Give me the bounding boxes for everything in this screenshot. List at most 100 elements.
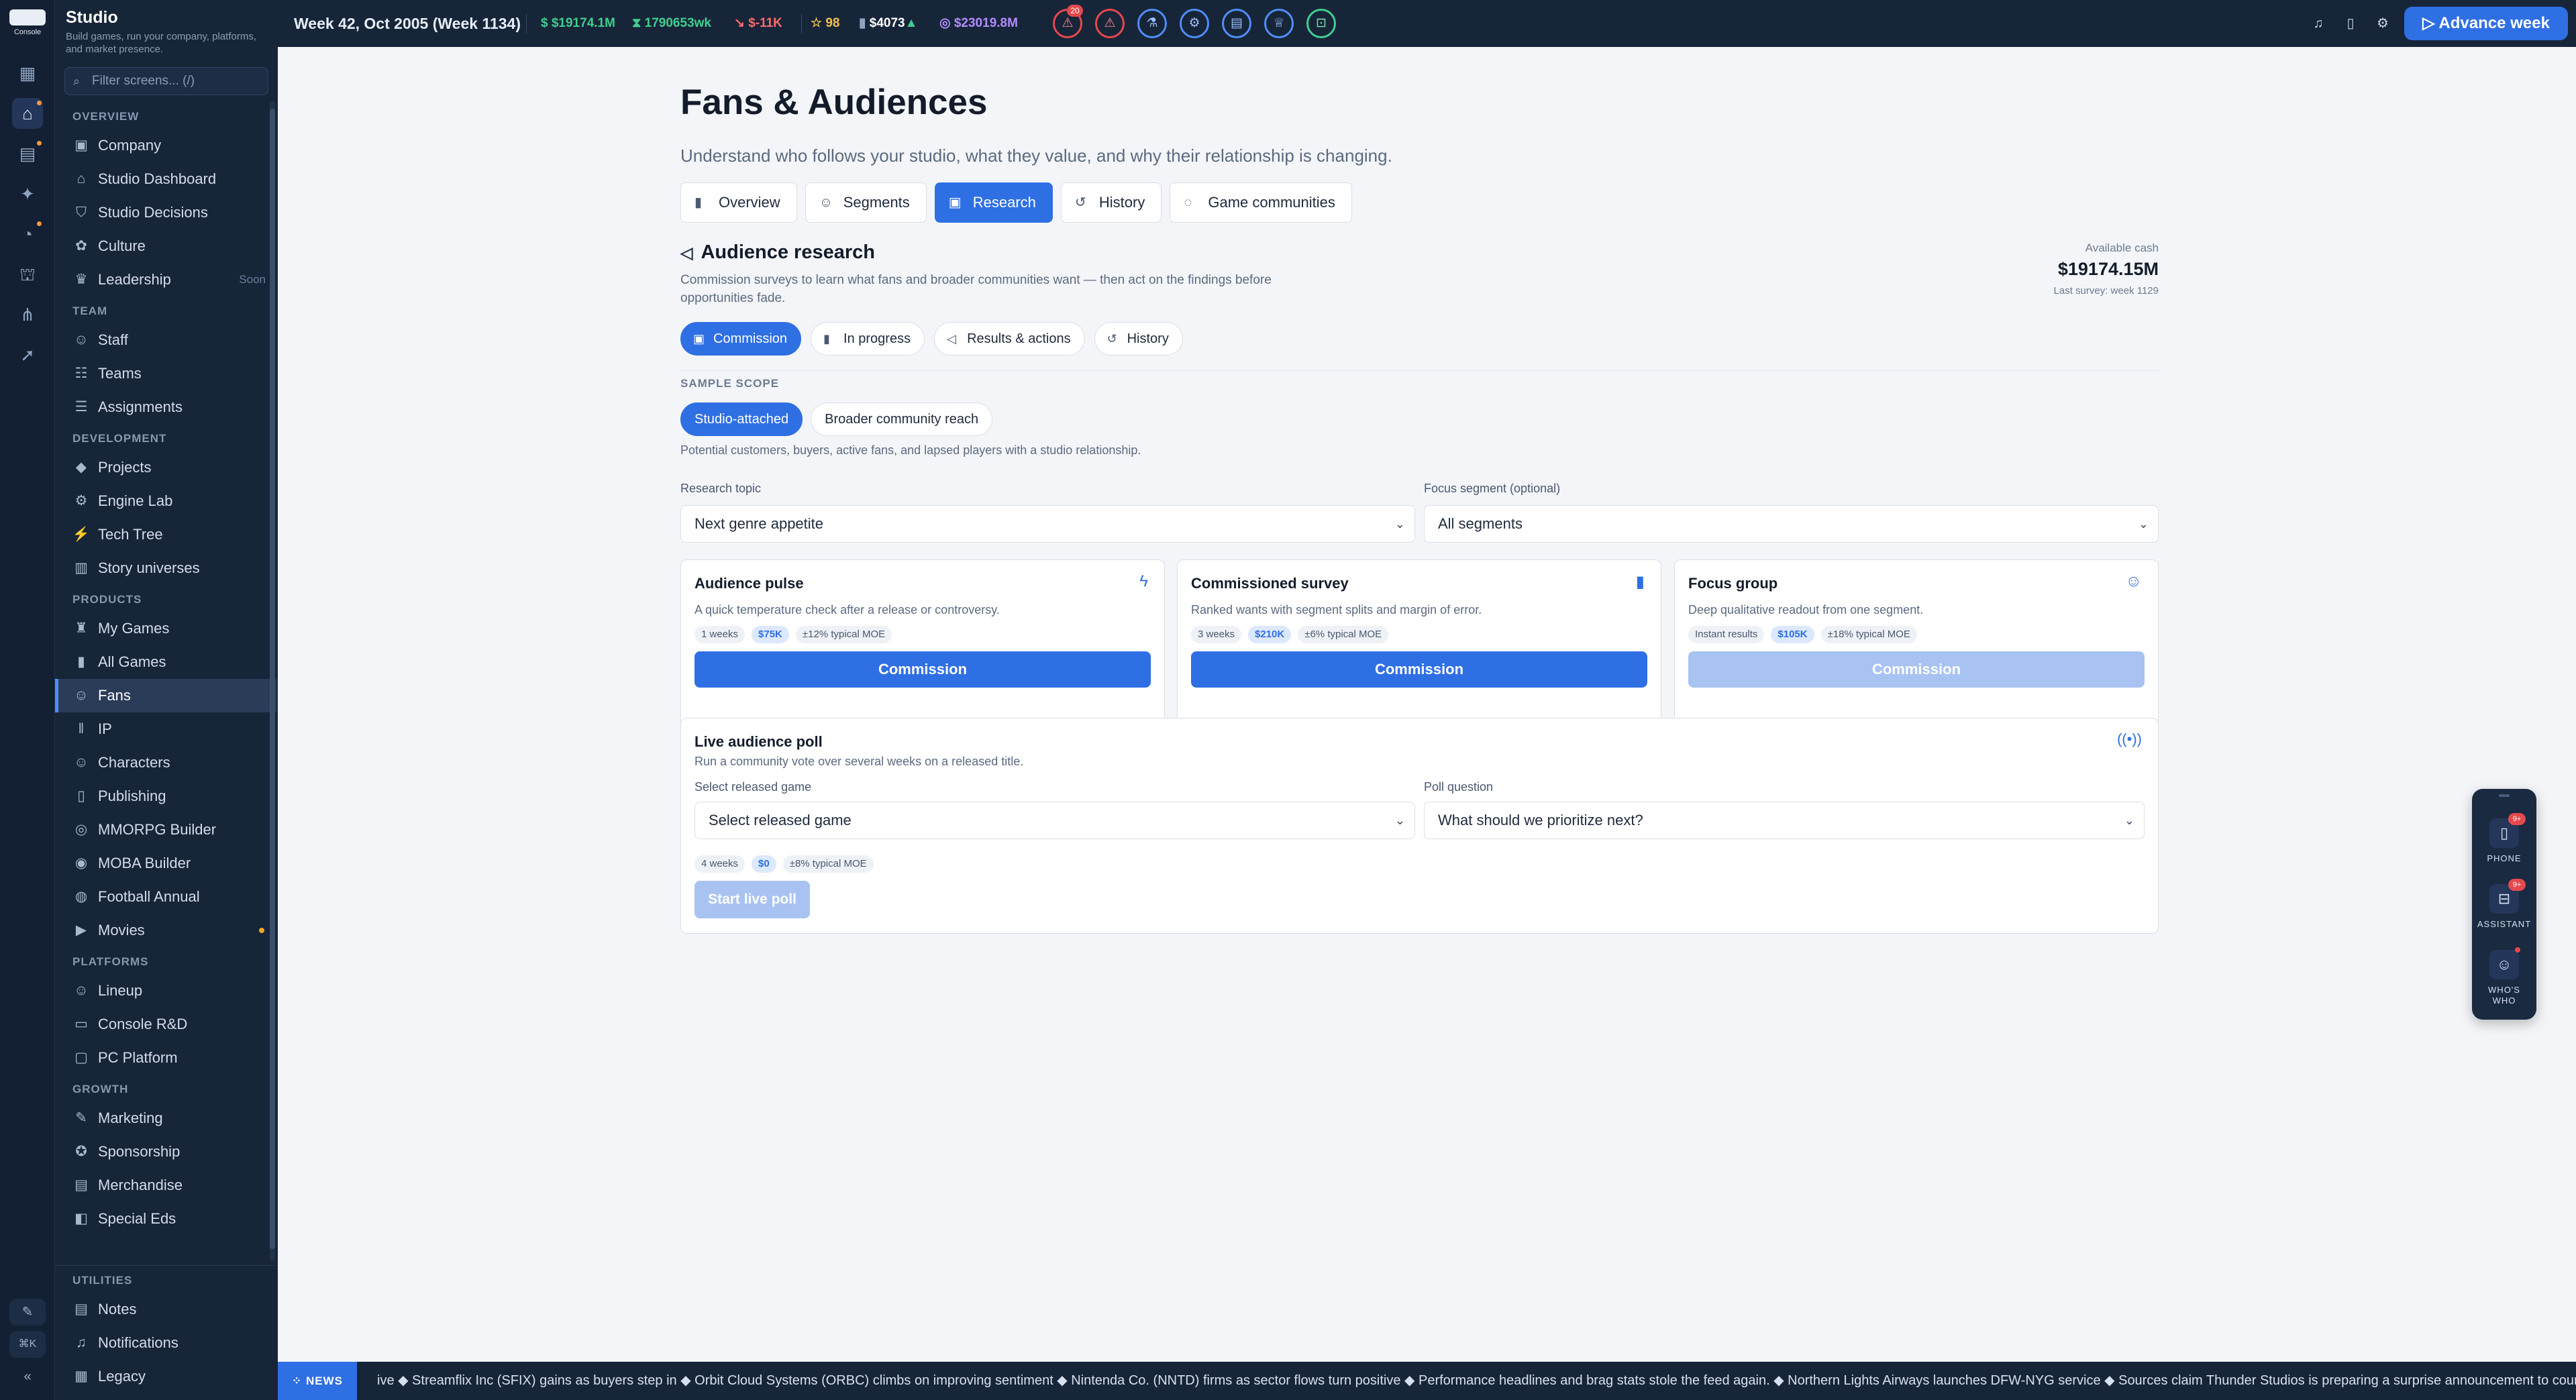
sidebar-item-teams[interactable]: ☷ Teams — [55, 357, 276, 390]
sidebar-item-label: PC Platform — [98, 1049, 178, 1066]
sidebar-item-tech-tree[interactable]: ⚡ Tech Tree — [55, 518, 276, 551]
marketing-icon: ✎ — [75, 1110, 87, 1126]
sidebar-item-label: Tech Tree — [98, 526, 163, 543]
sidebar-scrollbar[interactable] — [270, 101, 275, 1261]
all-games-icon: ▮ — [77, 654, 85, 669]
commission-audience-pulse-button[interactable]: Commission — [694, 651, 1151, 688]
sidebar-item-studio-dashboard[interactable]: ⌂ Studio Dashboard — [55, 162, 276, 196]
rocket-icon[interactable]: ➚ — [12, 339, 43, 370]
pencil-icon[interactable]: ✎ — [9, 1299, 46, 1326]
dock-drag-handle[interactable] — [2499, 794, 2510, 797]
subtab-commission[interactable]: ▣ Commission — [680, 322, 802, 356]
collapse-icon[interactable]: « — [9, 1363, 46, 1390]
last-survey: Last survey: week 1129 — [2053, 285, 2159, 297]
card-tag: 1 weeks — [694, 626, 745, 643]
bank-icon[interactable]: ⛫ — [12, 259, 43, 290]
tab-overview[interactable]: ▮ Overview — [680, 182, 797, 223]
news-icon[interactable]: ▤ — [12, 138, 43, 169]
sidebar-item-football-annual[interactable]: ◍ Football Annual — [55, 880, 276, 914]
sidebar-item-engine-lab[interactable]: ⚙ Engine Lab — [55, 484, 276, 518]
sidebar-item-projects[interactable]: ◆ Projects — [55, 451, 276, 484]
app-logo[interactable]: Console — [9, 9, 46, 39]
phone-button[interactable]: ▯ 9+ PHONE — [2472, 813, 2536, 864]
sidebar-item-fans[interactable]: ☺ Fans — [55, 679, 276, 712]
subtab-history[interactable]: ↺ History — [1094, 322, 1183, 356]
grid-icon[interactable]: ▦ — [12, 58, 43, 89]
advance-week-button[interactable]: ▷ Advance week — [2404, 7, 2568, 40]
book-icon[interactable]: ▯ — [2340, 13, 2361, 34]
share-icon[interactable]: ⋔ — [12, 299, 43, 330]
start-live-poll-button[interactable]: Start live poll — [694, 881, 810, 918]
poll-question-select[interactable]: What should we prioritize next? ⌄ — [1424, 802, 2145, 839]
sidebar-item-label: IP — [98, 720, 112, 737]
flask-icon[interactable]: ⚗ — [1137, 9, 1167, 38]
sidebar-item-label: Studio Dashboard — [98, 170, 217, 187]
tab-history[interactable]: ↺ History — [1060, 182, 1162, 223]
tab-research[interactable]: ▣ Research — [934, 182, 1053, 223]
sidebar-item-lineup[interactable]: ☺ Lineup — [55, 974, 276, 1008]
card-description: Deep qualitative readout from one segmen… — [1688, 603, 1924, 616]
change-stat: ↘ $-11K — [734, 16, 782, 30]
sidebar-item-ip[interactable]: ‖ IP — [55, 712, 276, 746]
main-content: Fans & Audiences Understand who follows … — [680, 47, 2159, 1362]
sidebar-item-legacy[interactable]: ▦ Legacy — [55, 1360, 276, 1393]
sidebar-item-console-r-d[interactable]: ▭ Console R&D — [55, 1008, 276, 1041]
sidebar-item-movies[interactable]: ▶ Movies — [55, 914, 276, 947]
sidebar-item-culture[interactable]: ✿ Culture — [55, 229, 276, 263]
film-icon[interactable]: ▤ — [1222, 9, 1251, 38]
scope-broader-community-reach[interactable]: Broader community reach — [811, 402, 993, 436]
sidebar-item-characters[interactable]: ☺ Characters — [55, 746, 276, 779]
sidebar-item-all-games[interactable]: ▮ All Games — [55, 645, 276, 679]
trophy-icon[interactable]: ♕ — [1264, 9, 1294, 38]
tab-segments[interactable]: ☺ Segments — [805, 182, 927, 223]
sidebar-item-notifications[interactable]: ♫ Notifications — [55, 1326, 276, 1360]
subtab-results-actions[interactable]: ◁ Results & actions — [934, 322, 1085, 356]
sidebar-item-publishing[interactable]: ▯ Publishing — [55, 779, 276, 813]
sidebar-item-sponsorship[interactable]: ✪ Sponsorship — [55, 1135, 276, 1169]
gear-icon[interactable]: ⚙ — [1180, 9, 1209, 38]
sparkle-icon[interactable]: ✦ — [12, 178, 43, 209]
focus-segment-select[interactable]: All segments ⌄ — [1424, 505, 2159, 543]
subtab-in-progress[interactable]: ▮ In progress — [811, 322, 925, 356]
sidebar-item-story-universes[interactable]: ▥ Story universes — [55, 551, 276, 585]
card-tag: Instant results — [1688, 626, 1765, 643]
scope-studio-attached[interactable]: Studio-attached — [680, 402, 803, 436]
gamepad-icon[interactable]: ⊡ — [1306, 9, 1336, 38]
sidebar-item-label: Company — [98, 137, 162, 154]
segments-icon: ☺ — [819, 195, 833, 210]
released-game-select[interactable]: Select released game ⌄ — [694, 802, 1415, 839]
filter-screens-input[interactable]: ⌕ Filter screens... (/) — [64, 67, 268, 95]
warning-icon[interactable]: ⚠ — [1095, 9, 1125, 38]
research-topic-select[interactable]: Next genre appetite ⌄ — [680, 505, 1415, 543]
lineup-icon: ☺ — [74, 983, 89, 998]
assistant-button[interactable]: ⊟ 9+ ASSISTANT — [2472, 879, 2536, 930]
sidebar-item-assignments[interactable]: ☰ Assignments — [55, 390, 276, 424]
sidebar-item-pc-platform[interactable]: ▢ PC Platform — [55, 1041, 276, 1075]
whos-who-button[interactable]: ☺ WHO'S WHO — [2472, 947, 2536, 1006]
chevron-down-icon: ⌄ — [1394, 814, 1405, 827]
settings-icon[interactable]: ⚙ — [2373, 13, 2393, 34]
tab-game-communities[interactable]: ◌ Game communities — [1170, 182, 1352, 223]
gauge-icon[interactable]: ◔ — [12, 219, 43, 250]
sidebar-item-merchandise[interactable]: ▤ Merchandise — [55, 1169, 276, 1202]
commission-focus-group-button[interactable]: Commission — [1688, 651, 2145, 688]
music-icon[interactable]: ♫ — [2308, 13, 2328, 34]
sidebar-item-staff[interactable]: ☺ Staff — [55, 323, 276, 357]
commission-commissioned-survey-button[interactable]: Commission — [1191, 651, 1647, 688]
sidebar-item-moba-builder[interactable]: ◉ MOBA Builder — [55, 847, 276, 880]
users-icon: ☺ — [2125, 572, 2142, 590]
command-palette-button[interactable]: ⌘K — [9, 1331, 46, 1358]
sidebar-item-mmorpg-builder[interactable]: ◎ MMORPG Builder — [55, 813, 276, 847]
sidebar-item-notes[interactable]: ▤ Notes — [55, 1293, 276, 1326]
sidebar-item-my-games[interactable]: ♜ My Games — [55, 612, 276, 645]
sidebar-item-special-eds[interactable]: ◧ Special Eds — [55, 1202, 276, 1236]
alert-triangle-icon[interactable]: ⚠ 20 — [1053, 5, 1083, 38]
sidebar-item-marketing[interactable]: ✎ Marketing — [55, 1101, 276, 1135]
sidebar-item-company[interactable]: ▣ Company — [55, 129, 276, 162]
sidebar-item-studio-decisions[interactable]: ⛉ Studio Decisions — [55, 196, 276, 229]
sidebar-item-label: Staff — [98, 331, 128, 348]
history-icon: ↺ — [1106, 332, 1117, 345]
sidebar-item-label: Lineup — [98, 982, 143, 999]
studio-icon[interactable]: ⌂ — [12, 98, 43, 129]
sidebar-item-leadership[interactable]: ♛ Leadership Soon — [55, 263, 276, 297]
